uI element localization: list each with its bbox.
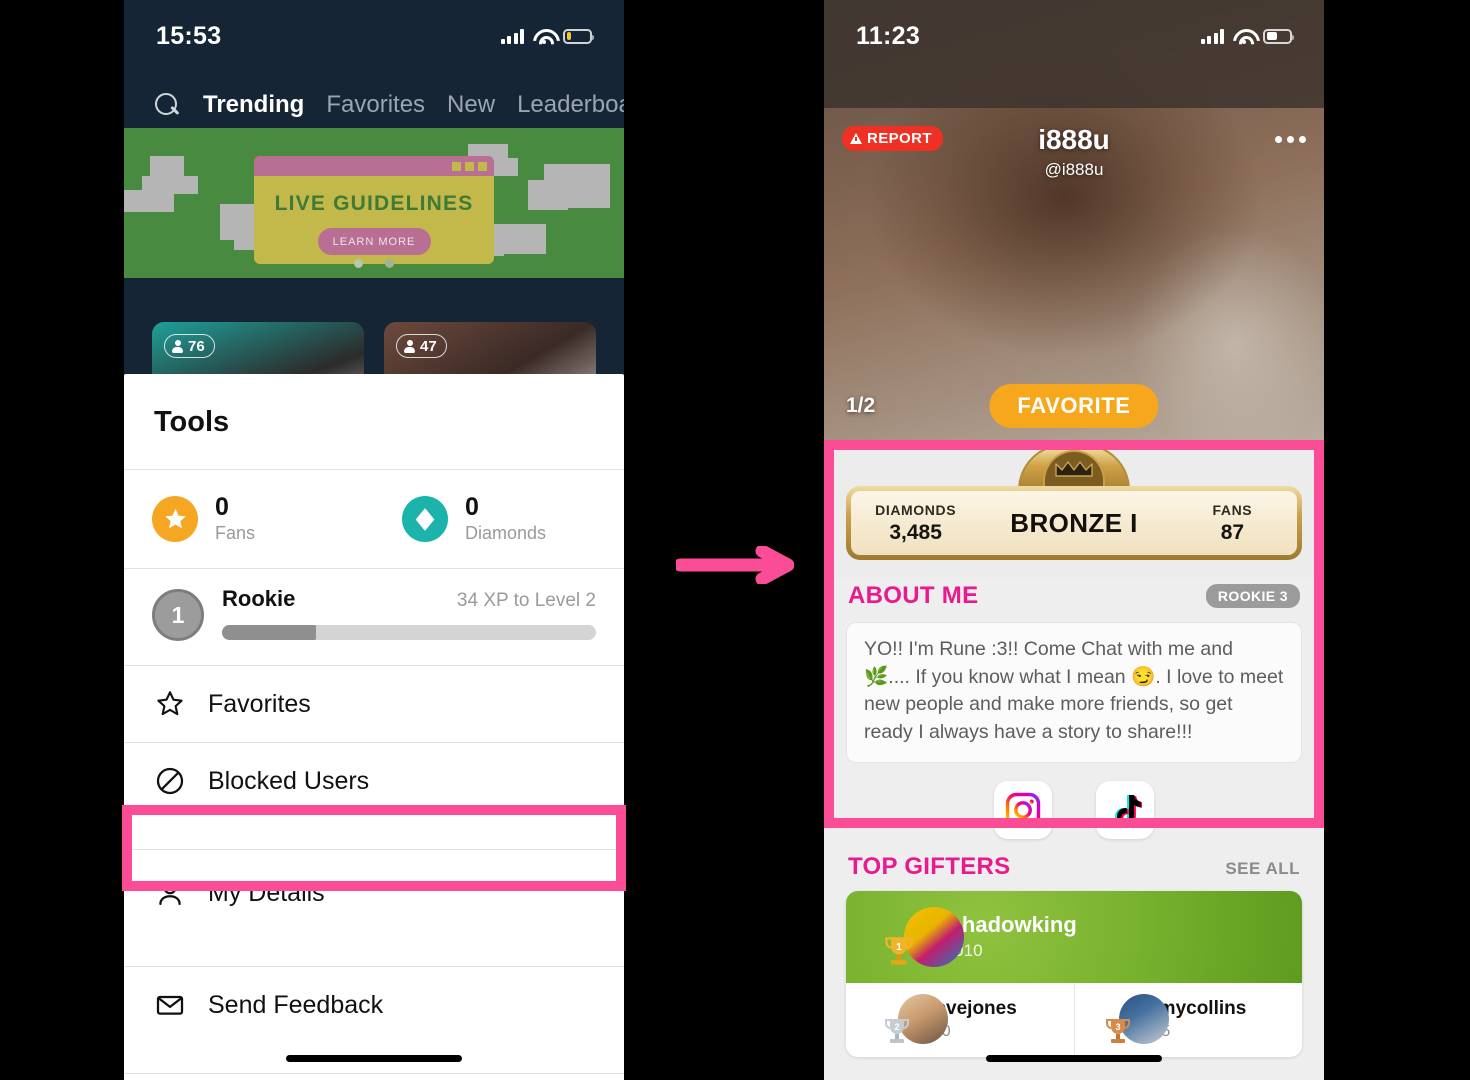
block-icon	[154, 765, 186, 797]
level-progress-bar	[222, 625, 596, 640]
status-bar-time: 15:53	[156, 21, 222, 50]
wifi-icon	[1233, 29, 1254, 44]
wifi-icon	[533, 29, 554, 44]
see-all-link[interactable]: SEE ALL	[1225, 859, 1300, 879]
window-title-bar	[254, 156, 494, 176]
diamond-icon	[402, 496, 448, 542]
level-name: Rookie	[222, 586, 296, 611]
ellipsis-icon[interactable]	[1275, 136, 1306, 143]
star-icon	[152, 496, 198, 542]
person-icon	[404, 339, 415, 353]
viewer-count: 47	[420, 337, 437, 355]
battery-icon	[1263, 28, 1294, 44]
banner-learn-more-button[interactable]: LEARN MORE	[317, 228, 431, 255]
tools-sheet: Tools 0 Fans 0 Diamonds 1 Rookie 34 XP t…	[124, 374, 624, 1080]
status-bar-time: 11:23	[856, 21, 921, 50]
status-bar-left: 15:53	[124, 0, 624, 72]
video-footer: 1/2 FAVORITE	[824, 384, 1324, 428]
video-header: REPORT i888u @i888u	[824, 108, 1324, 188]
viewer-count-badge: 76	[164, 334, 215, 358]
highlight-box-profile-details	[824, 440, 1324, 828]
bronze-trophy-icon: 3	[1105, 1018, 1130, 1043]
media-page-counter: 1/2	[846, 394, 876, 417]
top-gifter-featured[interactable]: 1 ypshadowking 3,010	[846, 890, 1302, 983]
top-gifters-title: TOP GIFTERS	[848, 852, 1011, 880]
level-progress-row[interactable]: 1 Rookie 34 XP to Level 2	[124, 569, 624, 659]
gold-trophy-icon: 1	[885, 937, 913, 965]
svg-text:2: 2	[894, 1022, 899, 1032]
silver-trophy-icon: 2	[885, 1018, 909, 1043]
stat-diamonds[interactable]: 0 Diamonds	[374, 470, 624, 568]
viewer-count: 76	[188, 337, 205, 355]
menu-item-label: Send Feedback	[208, 990, 384, 1019]
person-icon	[172, 339, 183, 353]
status-bar-right: 11:23	[824, 0, 1324, 72]
tab-favorites[interactable]: Favorites	[326, 91, 425, 119]
status-bar-indicators	[500, 28, 594, 44]
right-arrow-icon	[676, 546, 794, 584]
banner-title: LIVE GUIDELINES	[274, 192, 474, 215]
tab-trending[interactable]: Trending	[203, 91, 304, 119]
stream-card-row: 76 47	[124, 300, 624, 442]
favorite-button[interactable]: FAVORITE	[989, 384, 1159, 428]
menu-item-favorites[interactable]: Favorites	[124, 666, 624, 742]
svg-text:3: 3	[1115, 1022, 1120, 1032]
profile-handle: @i888u	[1044, 160, 1104, 179]
battery-low-icon	[563, 28, 594, 44]
viewer-count-badge: 47	[396, 334, 447, 358]
star-outline-icon	[154, 688, 186, 720]
sheet-title: Tools	[154, 406, 230, 438]
top-nav-tabs: Trending Favorites New Leaderboards	[124, 72, 624, 128]
envelope-icon	[154, 989, 186, 1021]
screenshot-stage: 15:53 Trending Favorites New Leaderboard…	[0, 0, 1470, 1080]
top-gifter-row[interactable]: 2 maevejones 200	[846, 983, 1074, 1057]
top-gifters-header: TOP GIFTERS SEE ALL	[824, 839, 1324, 881]
warning-icon	[850, 133, 862, 144]
level-xp-text: 34 XP to Level 2	[456, 590, 596, 611]
top-gifter-row[interactable]: 3 jmmycollins 65	[1073, 982, 1303, 1057]
stats-row: 0 Fans 0 Diamonds	[124, 470, 624, 568]
diamonds-label: Diamonds	[465, 522, 547, 543]
banner-window-graphic: LIVE GUIDELINES LEARN MORE	[254, 156, 494, 264]
top-gifters-card: 1 ypshadowking 3,010 2 maevejones 3 jmmy…	[846, 890, 1303, 1057]
stat-fans[interactable]: 0 Fans	[124, 470, 374, 568]
search-icon[interactable]	[154, 92, 181, 119]
home-indicator	[124, 1055, 624, 1062]
top-gifter-rows: 2 maevejones 200	[846, 982, 1303, 1057]
cellular-bars-icon	[500, 28, 524, 44]
cellular-bars-icon	[1200, 28, 1224, 44]
report-button[interactable]: REPORT	[842, 126, 943, 151]
fans-label: Fans	[215, 522, 256, 543]
report-label: REPORT	[867, 130, 932, 147]
diamonds-value: 0	[465, 493, 479, 522]
menu-item-label: Favorites	[208, 689, 311, 718]
status-bar-indicators	[1200, 28, 1294, 44]
highlight-box-my-details	[122, 805, 626, 891]
left-phone-screen: 15:53 Trending Favorites New Leaderboard…	[124, 0, 624, 1080]
promo-banner[interactable]: LIVE GUIDELINES LEARN MORE	[124, 128, 624, 278]
fans-value: 0	[215, 493, 229, 522]
menu-item-send-feedback[interactable]: Send Feedback	[124, 967, 624, 1043]
level-badge: 1	[152, 589, 204, 641]
svg-text:1: 1	[896, 942, 902, 953]
tab-new[interactable]: New	[447, 91, 495, 119]
tab-leaderboards[interactable]: Leaderboards	[517, 91, 624, 119]
menu-item-label: Blocked Users	[208, 766, 370, 795]
menu-item-more[interactable]: More	[124, 1074, 624, 1080]
banner-pagination-dots	[124, 259, 624, 268]
home-indicator	[824, 1055, 1324, 1062]
profile-video[interactable]: 11:23 REPORT i888u @i888u 1/2 FAVORITE	[824, 0, 1324, 440]
